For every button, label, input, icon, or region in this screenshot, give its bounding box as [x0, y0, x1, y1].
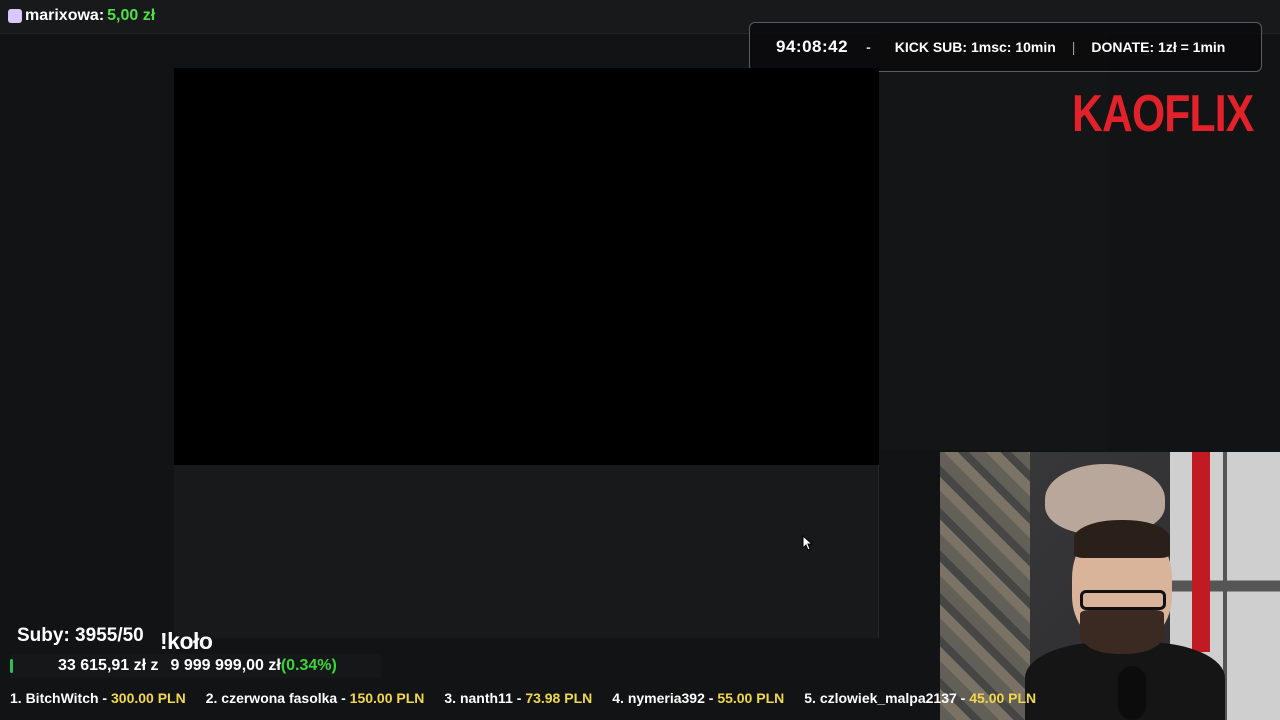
- goal-progress-fill: [10, 659, 13, 673]
- donation-goal-bar: 33 615,91 zł z 9 999 999,00 zł (0.34%): [10, 654, 381, 678]
- rule-divider: |: [1071, 39, 1076, 55]
- goal-percent: (0.34%): [280, 657, 337, 674]
- streamer-beard: [1080, 610, 1164, 654]
- video-info-panel: [174, 465, 879, 638]
- donor-badge-icon: [8, 9, 22, 23]
- mouse-cursor-icon: [802, 535, 814, 551]
- donate-rule: DONATE: 1zł = 1min: [1091, 39, 1226, 55]
- photo-wall: [940, 452, 1030, 720]
- flag: [1192, 452, 1210, 652]
- wheel-command: !koło: [160, 628, 213, 654]
- glasses: [1080, 590, 1166, 610]
- streamer-hair: [1074, 520, 1170, 558]
- top-donors-ticker: 1. BitchWitch - 300.00 PLN 2. czerwona f…: [10, 690, 1056, 710]
- donation-alert: marixowa: 5,00 zł: [8, 7, 155, 25]
- subs-counter: Suby: 3955/50: [17, 625, 144, 646]
- donor-rank-1: 1. BitchWitch - 300.00 PLN: [10, 690, 186, 706]
- subathon-timer: 94:08:42 - KICK SUB: 1msc: 10min | DONAT…: [749, 22, 1262, 72]
- goal-current: 33 615,91 zł z: [58, 657, 159, 674]
- microphone-icon: [1118, 666, 1146, 720]
- donor-rank-2: 2. czerwona fasolka - 150.00 PLN: [205, 690, 425, 706]
- donor-rank-5: 5. czlowiek_malpa2137 - 45.00 PLN: [804, 690, 1037, 706]
- video-player[interactable]: [174, 68, 879, 465]
- donor-name: marixowa:: [25, 7, 105, 24]
- kick-sub-rule: KICK SUB: 1msc: 10min: [894, 39, 1056, 55]
- donation-amount: 5,00 zł: [107, 7, 156, 24]
- goal-target: 9 999 999,00 zł: [170, 657, 281, 674]
- donor-rank-4: 4. nymeria392 - 55.00 PLN: [612, 690, 785, 706]
- webcam-feed: [940, 452, 1280, 720]
- kaoflix-logo: KAOFLIX: [1072, 85, 1254, 143]
- donor-rank-3: 3. nanth11 - 73.98 PLN: [444, 690, 593, 706]
- timer-value: 94:08:42: [776, 37, 849, 56]
- timer-separator: -: [866, 39, 871, 55]
